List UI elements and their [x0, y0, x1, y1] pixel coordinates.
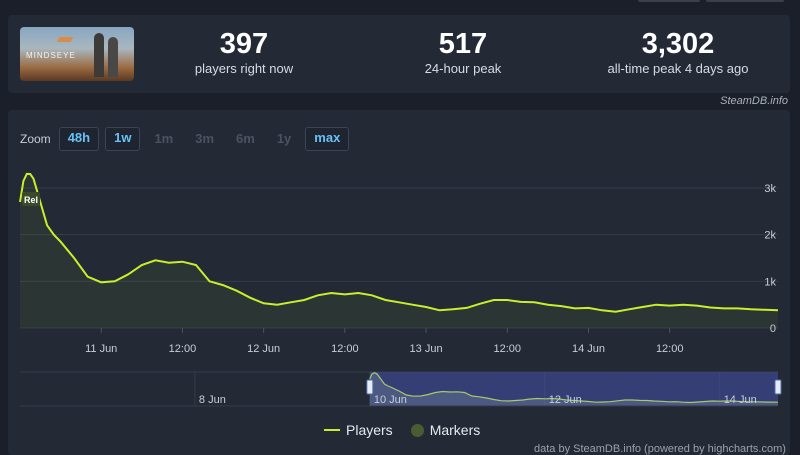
players-now-label: players right now	[194, 61, 294, 76]
navigator-left-handle[interactable]	[366, 379, 374, 395]
y-tick-label: 3k	[764, 183, 776, 195]
zoom-48h-button[interactable]: 48h	[58, 127, 100, 151]
top-button-2[interactable]	[706, 0, 784, 2]
markers-dot-icon	[410, 423, 424, 437]
navigator-date-label: 10 Jun	[374, 394, 407, 406]
zoom-1y-button[interactable]: 1y	[269, 128, 299, 150]
navigator-date-label: 8 Jun	[199, 394, 226, 406]
x-tick-label: 12:00	[169, 343, 197, 355]
players-now-stat: 397 players right now	[184, 27, 304, 77]
y-tick-label: 0	[770, 323, 776, 335]
y-tick-label: 1k	[764, 276, 776, 288]
chart-credit[interactable]: data by SteamDB.info (powered by highcha…	[534, 443, 786, 455]
player-stats-panel: MINDSEYE 397 players right now 517 24-ho…	[8, 15, 790, 93]
zoom-max-button[interactable]: max	[305, 127, 350, 151]
x-tick-label: 12:00	[494, 343, 522, 355]
game-logo-text: MINDSEYE	[26, 51, 76, 60]
top-button-1[interactable]	[638, 0, 700, 2]
x-tick-label: 11 Jun	[85, 343, 117, 355]
x-tick-label: 13 Jun	[410, 343, 443, 355]
players-line-icon	[324, 429, 340, 431]
ship-graphic	[56, 37, 74, 42]
peak-24h-label: 24-hour peak	[424, 61, 502, 76]
x-tick-label: 14 Jun	[572, 343, 605, 355]
navigator-date-label: 12 Jun	[549, 394, 582, 406]
players-chart: Rel 0 1k 2k 3k 11 Jun 12:00 12 Jun 12:00 13 Jun 1…	[19, 172, 782, 407]
legend-players-label: Players	[346, 422, 393, 438]
all-time-peak-value: 3,302	[641, 28, 715, 60]
steamdb-credit[interactable]: SteamDB.info	[720, 95, 788, 107]
x-tick-label: 12:00	[331, 343, 359, 355]
release-flag-label: Rel	[24, 195, 38, 205]
navigator-right-handle[interactable]	[774, 379, 782, 395]
x-tick-label: 12 Jun	[247, 343, 280, 355]
figure-graphic	[94, 33, 104, 77]
zoom-label: Zoom	[20, 132, 51, 146]
peak-24h-stat: 517 24-hour peak	[403, 27, 523, 77]
x-tick-label: 12:00	[656, 343, 684, 355]
zoom-controls: Zoom 48h 1w 1m 3m 6m 1y max	[20, 127, 350, 151]
legend-markers[interactable]: Markers	[410, 422, 481, 438]
legend-markers-label: Markers	[429, 422, 481, 438]
all-time-peak-stat: 3,302 all-time peak 4 days ago	[588, 27, 768, 77]
zoom-1w-button[interactable]: 1w	[105, 127, 141, 151]
zoom-1m-button[interactable]: 1m	[146, 128, 181, 150]
zoom-3m-button[interactable]: 3m	[187, 128, 222, 150]
y-tick-label: 2k	[764, 230, 776, 242]
players-now-value: 397	[219, 28, 269, 60]
players-chart-panel: Rel 0 1k 2k 3k 11 Jun 12:00 12 Jun 12:00 13 Jun 1…	[8, 110, 790, 455]
all-time-peak-label: all-time peak 4 days ago	[607, 61, 749, 76]
zoom-6m-button[interactable]: 6m	[228, 128, 263, 150]
legend-players[interactable]: Players	[324, 422, 393, 438]
chart-legend: Players Markers	[324, 422, 480, 438]
figure-graphic	[108, 37, 118, 77]
navigator-date-label: 14 Jun	[724, 394, 757, 406]
peak-24h-value: 517	[438, 28, 488, 60]
game-thumbnail[interactable]: MINDSEYE	[20, 27, 134, 81]
